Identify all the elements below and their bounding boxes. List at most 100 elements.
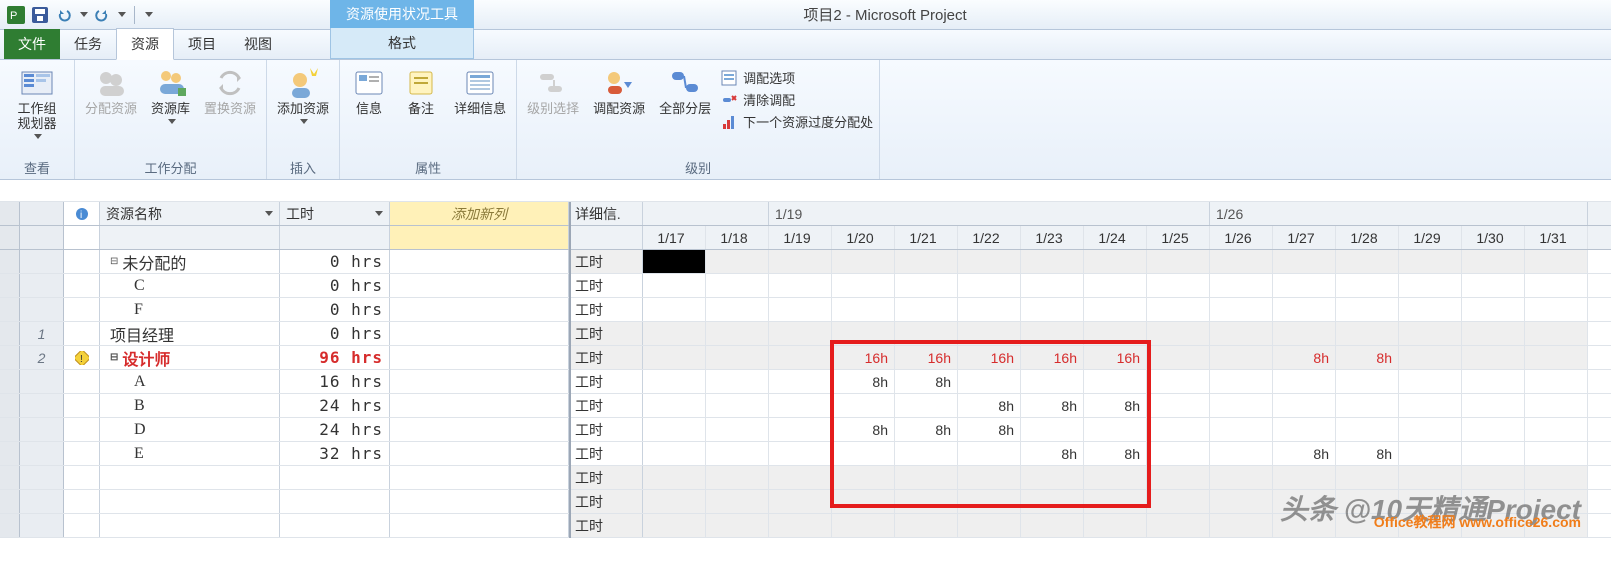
timephased-cell[interactable] [706,490,769,513]
timephased-cell[interactable] [958,442,1021,465]
timephased-cell[interactable] [1147,442,1210,465]
timephased-cell[interactable] [1525,442,1588,465]
resource-name-cell[interactable] [100,514,280,537]
timephased-cell[interactable] [1336,274,1399,297]
timephased-cell[interactable] [1525,346,1588,369]
timephased-cell[interactable] [1399,274,1462,297]
notes-button[interactable]: 备注 [398,64,444,119]
resource-name-cell[interactable]: ⊟未分配的 [100,250,280,273]
timephased-cell[interactable] [1147,394,1210,417]
level-all-button[interactable]: 全部分层 [655,64,715,119]
timephased-cell[interactable] [958,322,1021,345]
row-number[interactable] [20,394,64,417]
timephased-cell[interactable] [643,490,706,513]
timephased-cell[interactable] [1210,418,1273,441]
timephased-cell[interactable] [958,298,1021,321]
timephased-cell[interactable] [769,346,832,369]
qat-customize-icon[interactable] [145,12,153,17]
hours-cell[interactable]: 24 hrs [280,394,390,417]
timephased-cell[interactable] [1525,418,1588,441]
row-number[interactable] [20,298,64,321]
timephased-cell[interactable] [706,466,769,489]
tab-resource[interactable]: 资源 [116,28,174,60]
date-header-cell[interactable]: 1/22 [958,226,1021,249]
hours-cell[interactable]: 96 hrs [280,346,390,369]
timephased-cell[interactable] [895,466,958,489]
detail-label-cell[interactable]: 工时 [571,514,643,537]
timephased-cell[interactable] [1336,250,1399,273]
timephased-cell[interactable] [643,394,706,417]
timephased-cell[interactable] [1084,250,1147,273]
row-number[interactable] [20,490,64,513]
timephased-cell[interactable] [832,322,895,345]
info-button[interactable]: 信息 [346,64,392,119]
timephased-cell[interactable] [1462,298,1525,321]
timephased-cell[interactable] [958,250,1021,273]
timephased-cell[interactable] [832,490,895,513]
date-header-cell[interactable]: 1/17 [643,226,706,249]
timephased-cell[interactable] [1399,322,1462,345]
table-row[interactable]: ⊟未分配的 0 hrs [0,250,569,274]
timephased-cell[interactable] [643,370,706,393]
resource-name-cell[interactable]: D [100,418,280,441]
timephased-cell[interactable] [769,322,832,345]
timephased-cell[interactable]: 16h [1021,346,1084,369]
hours-cell[interactable]: 0 hrs [280,298,390,321]
timephased-cell[interactable] [1525,250,1588,273]
timephased-cell[interactable] [958,490,1021,513]
timephased-cell[interactable] [1525,394,1588,417]
timephased-cell[interactable] [1273,394,1336,417]
timephased-cell[interactable] [1399,442,1462,465]
timephased-cell[interactable] [769,370,832,393]
timephased-cell[interactable] [769,418,832,441]
timephased-cell[interactable] [706,442,769,465]
timephased-cell[interactable]: 8h [1273,442,1336,465]
col-header-name[interactable]: 资源名称 [100,202,280,225]
timephased-cell[interactable] [1147,298,1210,321]
tab-file[interactable]: 文件 [4,29,60,59]
table-row[interactable]: B 24 hrs [0,394,569,418]
timephased-cell[interactable] [1210,442,1273,465]
timephased-cell[interactable] [1399,418,1462,441]
timephased-cell[interactable] [1462,322,1525,345]
date-header-cell[interactable]: 1/20 [832,226,895,249]
timephased-cell[interactable] [706,250,769,273]
timephased-cell[interactable] [1210,514,1273,537]
clear-level-button[interactable]: 清除调配 [721,90,873,109]
timephased-cell[interactable] [1336,370,1399,393]
timephased-cell[interactable] [643,274,706,297]
timephased-cell[interactable] [832,466,895,489]
timephased-cell[interactable] [1336,466,1399,489]
team-planner-button[interactable]: 工作组 规划器 [6,64,68,141]
timephased-cell[interactable] [706,418,769,441]
timephased-cell[interactable] [643,418,706,441]
timephased-cell[interactable] [1525,370,1588,393]
timephased-cell[interactable] [769,298,832,321]
indicator-header[interactable]: i [64,202,100,225]
tab-task[interactable]: 任务 [60,29,116,59]
timephased-cell[interactable]: 8h [1084,394,1147,417]
timephased-cell[interactable]: 16h [958,346,1021,369]
timephased-cell[interactable]: 8h [1021,394,1084,417]
timephased-cell[interactable] [643,466,706,489]
timephased-cell[interactable] [1273,418,1336,441]
timephased-cell[interactable] [1210,274,1273,297]
timephased-cell[interactable] [643,322,706,345]
timephased-cell[interactable] [1021,274,1084,297]
date-header-cell[interactable]: 1/21 [895,226,958,249]
hours-cell[interactable]: 0 hrs [280,274,390,297]
row-number[interactable] [20,250,64,273]
timephased-cell[interactable] [895,250,958,273]
timephased-cell[interactable]: 8h [895,370,958,393]
timephased-cell[interactable] [769,274,832,297]
timephased-cell[interactable] [1525,322,1588,345]
timephased-cell[interactable] [706,514,769,537]
date-header-cell[interactable]: 1/18 [706,226,769,249]
timephased-cell[interactable] [769,490,832,513]
timephased-cell[interactable] [1210,298,1273,321]
timephased-cell[interactable] [1147,466,1210,489]
tab-project[interactable]: 项目 [174,29,230,59]
resource-name-cell[interactable] [100,466,280,489]
timephased-cell[interactable] [832,442,895,465]
timephased-cell[interactable] [1084,514,1147,537]
